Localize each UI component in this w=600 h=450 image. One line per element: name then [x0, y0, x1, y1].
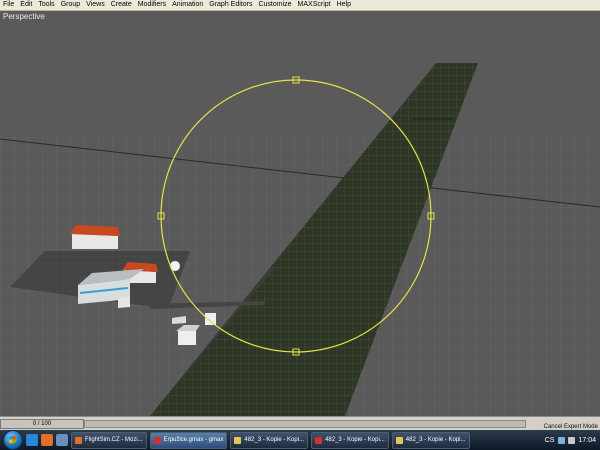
- quick-launch-ie-icon[interactable]: [26, 434, 38, 446]
- system-tray: CS 17:04: [541, 430, 600, 450]
- volume-icon[interactable]: [568, 436, 576, 444]
- menu-animation[interactable]: Animation: [169, 0, 206, 10]
- quick-launch-desktop-icon[interactable]: [56, 434, 68, 446]
- start-button[interactable]: [3, 430, 23, 450]
- menu-edit[interactable]: Edit: [17, 0, 35, 10]
- menu-help[interactable]: Help: [334, 0, 354, 10]
- taskbar: FlightSim.CZ - Mozi... Erpužice.gmax - g…: [0, 430, 600, 450]
- scene-canvas[interactable]: [0, 11, 600, 416]
- task-folder-1[interactable]: 482_3 - Kopie - Kopi...: [230, 431, 309, 449]
- small-building-2: [205, 313, 216, 325]
- language-indicator[interactable]: CS: [545, 437, 555, 444]
- hangar-1: [70, 225, 120, 249]
- gmax-icon: [315, 436, 323, 444]
- folder-icon: [234, 436, 242, 444]
- menu-create[interactable]: Create: [108, 0, 135, 10]
- gmax-icon: [153, 436, 161, 444]
- menu-bar: File Edit Tools Group Views Create Modif…: [0, 0, 600, 11]
- menu-tools[interactable]: Tools: [35, 0, 57, 10]
- menu-group[interactable]: Group: [58, 0, 83, 10]
- menu-customize[interactable]: Customize: [255, 0, 294, 10]
- menu-graph-editors[interactable]: Graph Editors: [206, 0, 255, 10]
- menu-views[interactable]: Views: [83, 0, 108, 10]
- menu-modifiers[interactable]: Modifiers: [135, 0, 169, 10]
- quick-launch-firefox-icon[interactable]: [41, 434, 53, 446]
- time-bar: 0 / 100 Cancel Expert Mode: [0, 416, 600, 430]
- firefox-icon: [75, 436, 82, 444]
- task-firefox[interactable]: FlightSim.CZ - Mozi...: [71, 431, 147, 449]
- time-slider[interactable]: 0 / 100: [0, 419, 84, 429]
- menu-file[interactable]: File: [0, 0, 17, 10]
- viewport-label[interactable]: Perspective: [3, 12, 45, 21]
- folder-icon: [395, 436, 403, 444]
- task-gmax[interactable]: Erpužice.gmax - gmax: [149, 431, 228, 449]
- clock[interactable]: 17:04: [578, 437, 596, 444]
- perspective-viewport[interactable]: Perspective: [0, 11, 600, 416]
- menu-maxscript[interactable]: MAXScript: [295, 0, 334, 10]
- track-bar[interactable]: [84, 420, 526, 428]
- task-folder-3[interactable]: 482_3 - Kopie - Kopi...: [391, 431, 470, 449]
- network-icon[interactable]: [558, 436, 566, 444]
- task-folder-2[interactable]: 482_3 - Kopie - Kopi...: [311, 431, 389, 449]
